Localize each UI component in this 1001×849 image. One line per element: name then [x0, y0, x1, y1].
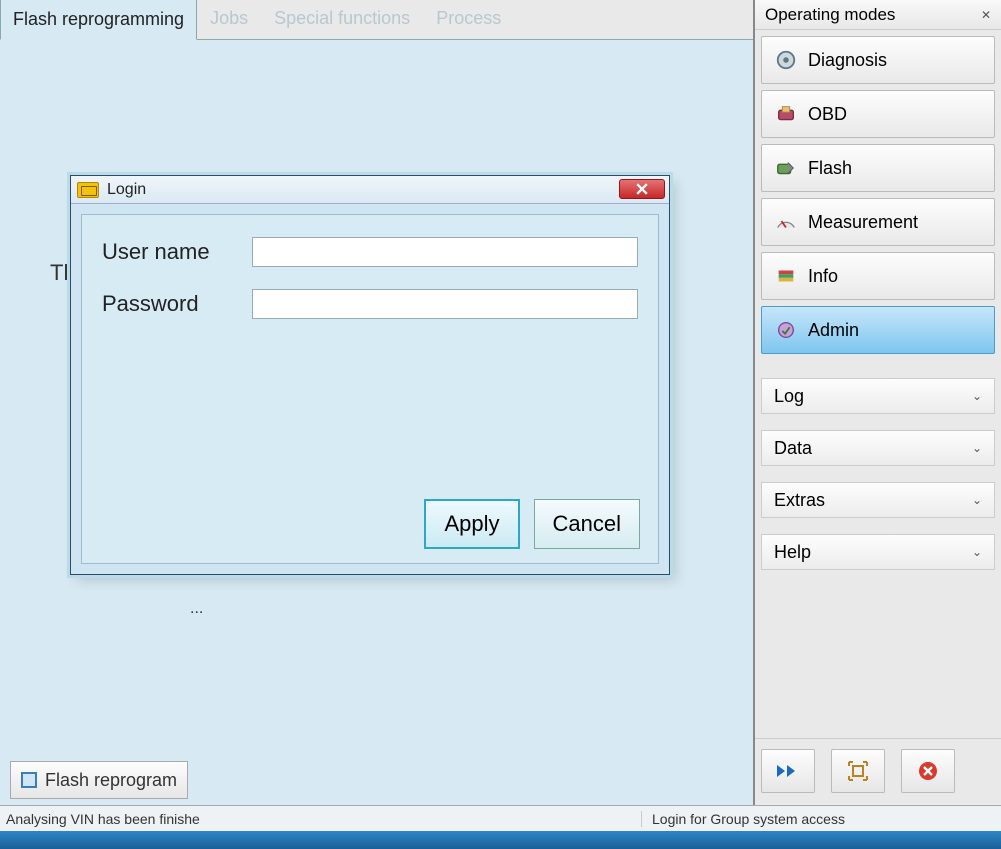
- panel-extras[interactable]: Extras ⌄: [761, 482, 995, 518]
- admin-icon: [774, 318, 798, 342]
- gear-icon: [774, 48, 798, 72]
- close-button[interactable]: [619, 179, 665, 199]
- apply-button[interactable]: Apply: [424, 499, 519, 549]
- status-bar: Analysing VIN has been finishe Login for…: [0, 805, 1001, 831]
- username-row: User name: [102, 237, 638, 267]
- panel-log-label: Log: [774, 386, 804, 407]
- mode-admin[interactable]: Admin: [761, 306, 995, 354]
- panel-help-label: Help: [774, 542, 811, 563]
- forward-icon: [775, 761, 801, 781]
- mode-measurement[interactable]: Measurement: [761, 198, 995, 246]
- tab-strip: Flash reprogramming Jobs Special functio…: [0, 0, 753, 40]
- background-ellipsis: ...: [190, 600, 203, 618]
- tab-flash-reprogramming[interactable]: Flash reprogramming: [0, 0, 197, 40]
- mode-info[interactable]: Info: [761, 252, 995, 300]
- panel-data-label: Data: [774, 438, 812, 459]
- mode-info-label: Info: [808, 266, 838, 287]
- mode-flash[interactable]: Flash: [761, 144, 995, 192]
- password-row: Password: [102, 289, 638, 319]
- fit-screen-icon: [847, 760, 869, 782]
- flash-icon: [774, 156, 798, 180]
- chevron-down-icon: ⌄: [972, 441, 982, 455]
- mode-measurement-label: Measurement: [808, 212, 918, 233]
- close-icon: [636, 183, 648, 195]
- mode-list: Diagnosis OBD Flash Measurement Info Adm…: [755, 30, 1001, 360]
- sidebar-header[interactable]: Operating modes ✕: [755, 0, 1001, 30]
- square-icon: [21, 772, 37, 788]
- bottom-tab-flash-reprogram[interactable]: Flash reprogram: [10, 761, 188, 799]
- mode-flash-label: Flash: [808, 158, 852, 179]
- chevron-down-icon: ⌄: [972, 545, 982, 559]
- taskbar-strip: [0, 831, 1001, 849]
- panel-list: Log ⌄ Data ⌄ Extras ⌄ Help ⌄: [755, 372, 1001, 576]
- tab-process[interactable]: Process: [423, 0, 514, 39]
- forward-button[interactable]: [761, 749, 815, 793]
- engine-icon: [77, 182, 99, 198]
- mode-obd-label: OBD: [808, 104, 847, 125]
- dialog-button-row: Apply Cancel: [424, 499, 640, 549]
- login-dialog: Login User name Password Apply: [70, 175, 670, 575]
- username-input[interactable]: [252, 237, 638, 267]
- bottom-tab-label: Flash reprogram: [45, 770, 177, 791]
- tab-jobs[interactable]: Jobs: [197, 0, 261, 39]
- main-area: Flash reprogramming Jobs Special functio…: [0, 0, 753, 805]
- mode-diagnosis-label: Diagnosis: [808, 50, 887, 71]
- panel-extras-label: Extras: [774, 490, 825, 511]
- sidebar-header-label: Operating modes: [765, 5, 895, 25]
- collapse-icon: ✕: [981, 8, 991, 22]
- tab-special-functions[interactable]: Special functions: [261, 0, 423, 39]
- gauge-icon: [774, 210, 798, 234]
- status-right: Login for Group system access: [641, 811, 1001, 827]
- chevron-down-icon: ⌄: [972, 389, 982, 403]
- fit-screen-button[interactable]: [831, 749, 885, 793]
- error-button[interactable]: [901, 749, 955, 793]
- panel-data[interactable]: Data ⌄: [761, 430, 995, 466]
- dialog-titlebar[interactable]: Login: [71, 176, 669, 204]
- sidebar-toolbar: [755, 738, 1001, 805]
- error-icon: [917, 760, 939, 782]
- mode-admin-label: Admin: [808, 320, 859, 341]
- obd-icon: [774, 102, 798, 126]
- main-body: Th ... Login User name Pas: [0, 40, 753, 805]
- mode-obd[interactable]: OBD: [761, 90, 995, 138]
- dialog-body: User name Password Apply Cancel: [81, 214, 659, 564]
- books-icon: [774, 264, 798, 288]
- panel-log[interactable]: Log ⌄: [761, 378, 995, 414]
- password-label: Password: [102, 291, 252, 317]
- panel-help[interactable]: Help ⌄: [761, 534, 995, 570]
- cancel-button[interactable]: Cancel: [534, 499, 640, 549]
- username-label: User name: [102, 239, 252, 265]
- mode-diagnosis[interactable]: Diagnosis: [761, 36, 995, 84]
- password-input[interactable]: [252, 289, 638, 319]
- sidebar: Operating modes ✕ Diagnosis OBD Flash Me…: [753, 0, 1001, 805]
- status-left: Analysing VIN has been finishe: [0, 811, 641, 827]
- chevron-down-icon: ⌄: [972, 493, 982, 507]
- dialog-title-text: Login: [107, 181, 146, 199]
